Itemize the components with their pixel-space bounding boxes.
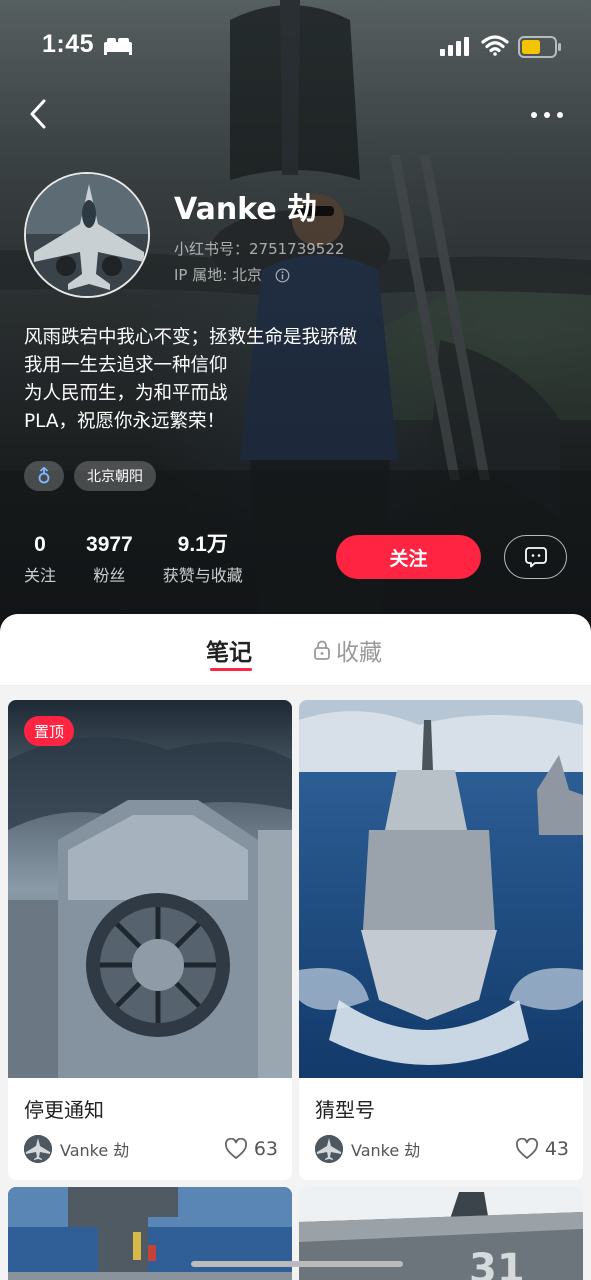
like-button[interactable]: 63 <box>224 1138 278 1160</box>
lock-icon <box>314 640 330 660</box>
author-avatar-image <box>24 1135 52 1163</box>
profile-bio: 风雨跌宕中我心不变；拯救生命是我骄傲 我用一生去追求一种信仰 为人民而生，为和平… <box>24 324 357 436</box>
note-author[interactable]: Vanke 劫 <box>60 1137 129 1161</box>
heart-icon <box>515 1138 538 1159</box>
bio-line: 我用一生去追求一种信仰 <box>24 355 228 376</box>
note-title: 猜型号 <box>315 1098 375 1122</box>
battery-icon <box>518 36 561 58</box>
like-count: 43 <box>544 1138 569 1160</box>
author-avatar[interactable] <box>315 1135 343 1163</box>
author-avatar-image <box>315 1135 343 1163</box>
tab-notes[interactable]: 笔记 <box>206 633 252 667</box>
svg-text:31: 31 <box>469 1246 525 1280</box>
note-author[interactable]: Vanke 劫 <box>351 1137 420 1161</box>
note-cover-image: 置顶 <box>8 700 292 1078</box>
back-button[interactable] <box>22 96 58 132</box>
stat-following[interactable]: 0 关注 <box>24 531 56 586</box>
more-options-button[interactable] <box>528 100 568 130</box>
warship-photo <box>299 700 583 1078</box>
stat-likes-collects[interactable]: 9.1万 获赞与收藏 <box>163 531 243 586</box>
chevron-left-icon <box>30 99 46 129</box>
profile-avatar[interactable] <box>24 172 150 298</box>
more-dots-icon <box>531 112 563 118</box>
profile-stats: 0 关注 3977 粉丝 9.1万 获赞与收藏 <box>24 531 273 586</box>
note-footer: Vanke 劫 43 <box>315 1134 569 1164</box>
stat-value: 9.1万 <box>177 533 228 556</box>
note-cover-image <box>299 700 583 1078</box>
follow-button[interactable]: 关注 <box>336 535 481 579</box>
note-card[interactable]: 置顶 停更通知 Vanke 劫 63 <box>8 700 292 1180</box>
stat-followers[interactable]: 3977 粉丝 <box>86 531 133 586</box>
home-indicator[interactable] <box>191 1261 403 1267</box>
gender-tag <box>24 461 64 491</box>
wifi-icon <box>481 35 509 56</box>
bio-line: 风雨跌宕中我心不变；拯救生命是我骄傲 <box>24 327 358 348</box>
note-footer: Vanke 劫 63 <box>24 1134 278 1164</box>
bio-line: PLA，祝愿你永远繁荣！ <box>24 411 226 432</box>
bio-line: 为人民而生，为和平而战 <box>24 383 228 404</box>
profile-screen: 1:45 Vanke 劫 小红书号：2751739522 IP 属地: 北京 风… <box>0 0 591 1280</box>
profile-tabs: 笔记 收藏 <box>0 614 591 686</box>
notes-section: 笔记 收藏 置顶 停更通知 Vanke 劫 63 猜型号 Vanke 劫 43 … <box>0 614 591 1280</box>
info-icon[interactable] <box>275 268 290 283</box>
signal-icon <box>440 37 469 56</box>
stat-label: 粉丝 <box>93 566 126 585</box>
profile-id[interactable]: 小红书号：2751739522 <box>174 238 344 259</box>
stat-label: 关注 <box>24 566 57 585</box>
fighter-jet-avatar-image <box>26 174 148 296</box>
jet-engine-photo <box>8 700 292 1078</box>
ip-location-text: IP 属地: 北京 <box>174 266 263 284</box>
stat-value: 3977 <box>86 533 133 556</box>
male-icon <box>38 467 50 484</box>
status-time: 1:45 <box>42 30 95 58</box>
profile-username: Vanke 劫 <box>174 192 318 227</box>
status-bar: 1:45 <box>0 0 591 90</box>
tab-collections-label: 收藏 <box>336 640 382 666</box>
note-title: 停更通知 <box>24 1098 104 1122</box>
heart-icon <box>224 1138 247 1159</box>
tab-collections[interactable]: 收藏 <box>312 633 382 667</box>
author-avatar[interactable] <box>24 1135 52 1163</box>
pinned-badge: 置顶 <box>24 716 75 746</box>
profile-tags: 北京朝阳 <box>24 461 156 491</box>
profile-ip-location: IP 属地: 北京 <box>174 264 290 285</box>
message-button[interactable] <box>504 535 567 579</box>
stat-value: 0 <box>34 533 46 556</box>
note-card[interactable]: 猜型号 Vanke 劫 43 <box>299 700 583 1180</box>
stat-label: 获赞与收藏 <box>162 566 243 585</box>
bed-icon <box>104 38 132 55</box>
chat-bubble-icon <box>524 547 547 568</box>
like-count: 63 <box>253 1138 278 1160</box>
like-button[interactable]: 43 <box>515 1138 569 1160</box>
location-tag: 北京朝阳 <box>74 461 156 491</box>
active-tab-indicator <box>210 668 252 671</box>
